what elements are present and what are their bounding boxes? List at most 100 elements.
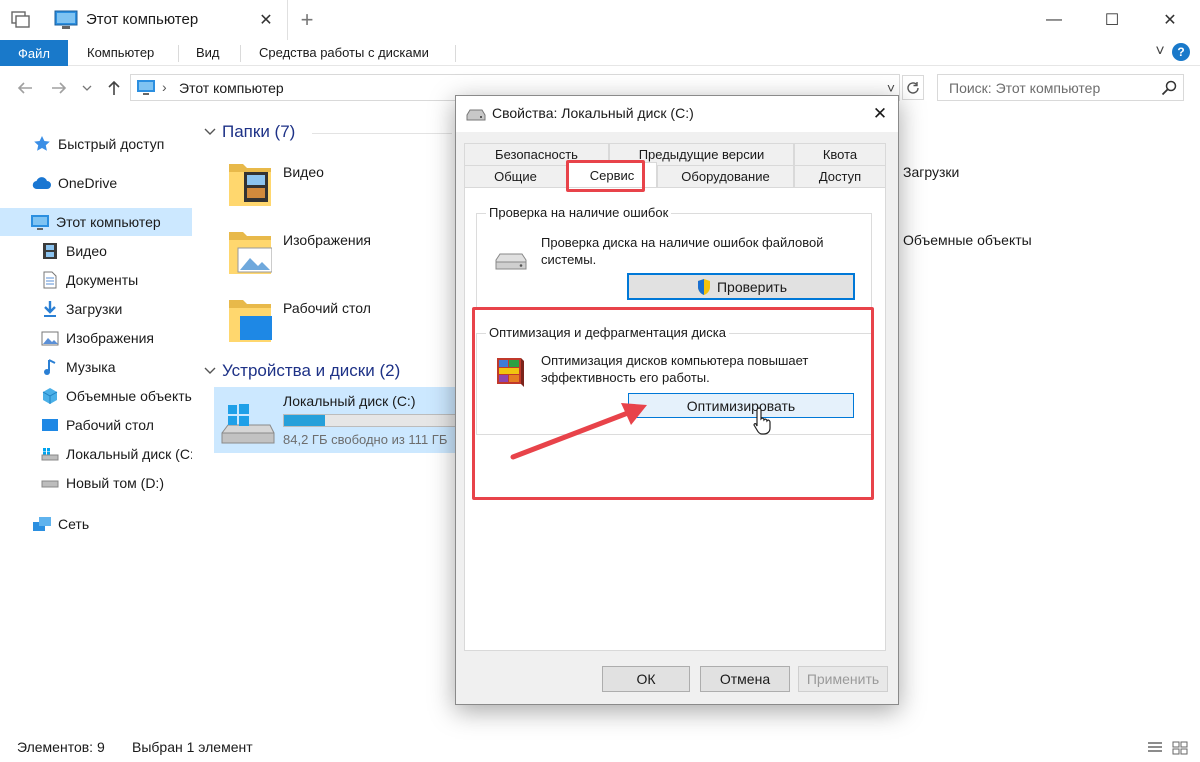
folder-video-icon[interactable]	[228, 160, 272, 208]
tab-general[interactable]: Общие	[464, 165, 567, 187]
folders-group-header[interactable]: Папки (7)	[222, 122, 295, 142]
drive-icon	[40, 473, 60, 493]
nav-label: Музыка	[66, 359, 116, 375]
ribbon-expand-icon[interactable]: ˅	[1152, 43, 1168, 61]
cube-icon	[40, 386, 60, 406]
drive-c-free-space: 84,2 ГБ свободно из 111 ГБ	[283, 432, 448, 447]
computer-icon	[30, 212, 50, 232]
devices-group-header[interactable]: Устройства и диски (2)	[222, 361, 400, 381]
folder-pictures-icon[interactable]	[228, 228, 273, 276]
up-button[interactable]	[104, 76, 124, 100]
dialog-title: Свойства: Локальный диск (C:)	[492, 105, 694, 121]
nav-onedrive[interactable]: OneDrive	[0, 169, 192, 197]
folder-video-label[interactable]: Видео	[283, 164, 324, 180]
file-tab[interactable]: Файл	[0, 40, 68, 66]
download-icon	[40, 299, 60, 319]
details-view-icon[interactable]	[1146, 739, 1164, 757]
folder-desktop-icon[interactable]	[228, 296, 272, 344]
music-icon	[40, 357, 60, 377]
nav-drive-c[interactable]: Локальный диск (C:)	[0, 440, 192, 468]
tab-sharing[interactable]: Доступ	[794, 165, 886, 187]
nav-3d-objects[interactable]: Объемные объекты	[0, 382, 192, 410]
ribbon-divider	[240, 45, 241, 62]
video-icon	[40, 241, 60, 261]
search-icon[interactable]	[1160, 79, 1178, 97]
drive-icon	[466, 105, 486, 123]
cancel-button[interactable]: Отмена	[700, 666, 790, 692]
chevron-down-icon[interactable]	[202, 124, 218, 140]
nav-documents[interactable]: Документы	[0, 266, 192, 294]
nav-pictures[interactable]: Изображения	[0, 324, 192, 352]
windows-drive-icon	[220, 401, 276, 447]
ribbon-divider	[455, 45, 456, 62]
annotation-highlight-tools-tab	[566, 160, 645, 192]
drive-icon	[40, 444, 60, 464]
status-bar: Элементов: 9 Выбран 1 элемент	[0, 734, 1200, 762]
folder-desktop-label[interactable]: Рабочий стол	[283, 300, 371, 316]
computer-icon	[54, 10, 78, 30]
group-divider	[312, 133, 452, 134]
tab-view[interactable]: Вид	[196, 45, 220, 60]
maximize-button[interactable]: ☐	[1083, 0, 1141, 40]
nav-label: Рабочий стол	[66, 417, 154, 433]
annotation-arrow	[510, 403, 647, 460]
tab-drive-tools[interactable]: Средства работы с дисками	[259, 45, 429, 60]
new-tab-button[interactable]: +	[296, 7, 318, 32]
folder-3d-objects-label[interactable]: Объемные объекты	[903, 232, 1032, 248]
large-icons-view-icon[interactable]	[1171, 739, 1189, 757]
document-icon	[40, 270, 60, 290]
nav-quick-access[interactable]: Быстрый доступ	[0, 130, 192, 158]
nav-label: Документы	[66, 272, 139, 288]
recent-locations-icon[interactable]	[80, 76, 94, 100]
check-button[interactable]: Проверить	[627, 273, 855, 300]
hand-cursor-icon	[753, 407, 771, 435]
nav-this-pc[interactable]: Этот компьютер	[0, 208, 192, 236]
cloud-icon	[32, 173, 52, 193]
star-icon	[32, 134, 52, 154]
search-input[interactable]: Поиск: Этот компьютер	[949, 80, 1100, 96]
nav-music[interactable]: Музыка	[0, 353, 192, 381]
ribbon-tabs	[0, 40, 1200, 66]
status-selection: Выбран 1 элемент	[132, 739, 253, 755]
forward-button[interactable]	[48, 76, 70, 100]
drive-c-tile[interactable]: Локальный диск (C:) 84,2 ГБ свободно из …	[214, 387, 456, 453]
tab-quota[interactable]: Квота	[794, 143, 886, 165]
nav-label: Новый том (D:)	[66, 475, 164, 491]
desktop-icon	[40, 415, 60, 435]
help-icon[interactable]: ?	[1172, 43, 1190, 61]
back-button[interactable]	[14, 76, 36, 100]
breadcrumb-separator: ›	[162, 79, 167, 95]
refresh-icon[interactable]	[902, 75, 924, 100]
status-item-count: Элементов: 9	[17, 739, 105, 755]
tab-overview-icon[interactable]	[10, 10, 32, 30]
chevron-down-icon[interactable]	[202, 363, 218, 379]
nav-label: OneDrive	[58, 175, 118, 191]
dialog-close-button[interactable]: ✕	[868, 102, 892, 126]
close-tab-icon[interactable]: ✕	[256, 10, 276, 30]
nav-label: Объемные объекты	[66, 388, 192, 404]
nav-downloads[interactable]: Загрузки	[0, 295, 192, 323]
breadcrumb-this-pc[interactable]: Этот компьютер	[179, 80, 284, 96]
error-check-description: Проверка диска на наличие ошибок файлово…	[541, 235, 824, 267]
nav-drive-d[interactable]: Новый том (D:)	[0, 469, 192, 497]
nav-desktop[interactable]: Рабочий стол	[0, 411, 192, 439]
folder-pictures-label[interactable]: Изображения	[283, 232, 371, 248]
tab-title: Этот компьютер	[86, 11, 199, 28]
nav-network[interactable]: Сеть	[0, 510, 192, 538]
nav-label: Быстрый доступ	[58, 136, 165, 152]
nav-video[interactable]: Видео	[0, 237, 192, 265]
tab-computer[interactable]: Компьютер	[87, 45, 154, 60]
ok-button[interactable]: ОК	[602, 666, 690, 692]
apply-button[interactable]: Применить	[798, 666, 888, 692]
nav-label: Этот компьютер	[56, 214, 161, 230]
nav-label: Изображения	[66, 330, 154, 346]
tab-hardware[interactable]: Оборудование	[657, 165, 794, 187]
error-check-title: Проверка на наличие ошибок	[486, 205, 672, 220]
drive-usage-bar	[283, 414, 456, 427]
close-window-button[interactable]: ✕	[1141, 0, 1199, 40]
folder-downloads-label[interactable]: Загрузки	[903, 164, 959, 180]
nav-label: Локальный диск (C:)	[66, 446, 192, 462]
ribbon-divider	[178, 45, 179, 62]
minimize-button[interactable]: —	[1025, 0, 1083, 40]
search-box[interactable]: Поиск: Этот компьютер	[937, 74, 1184, 101]
